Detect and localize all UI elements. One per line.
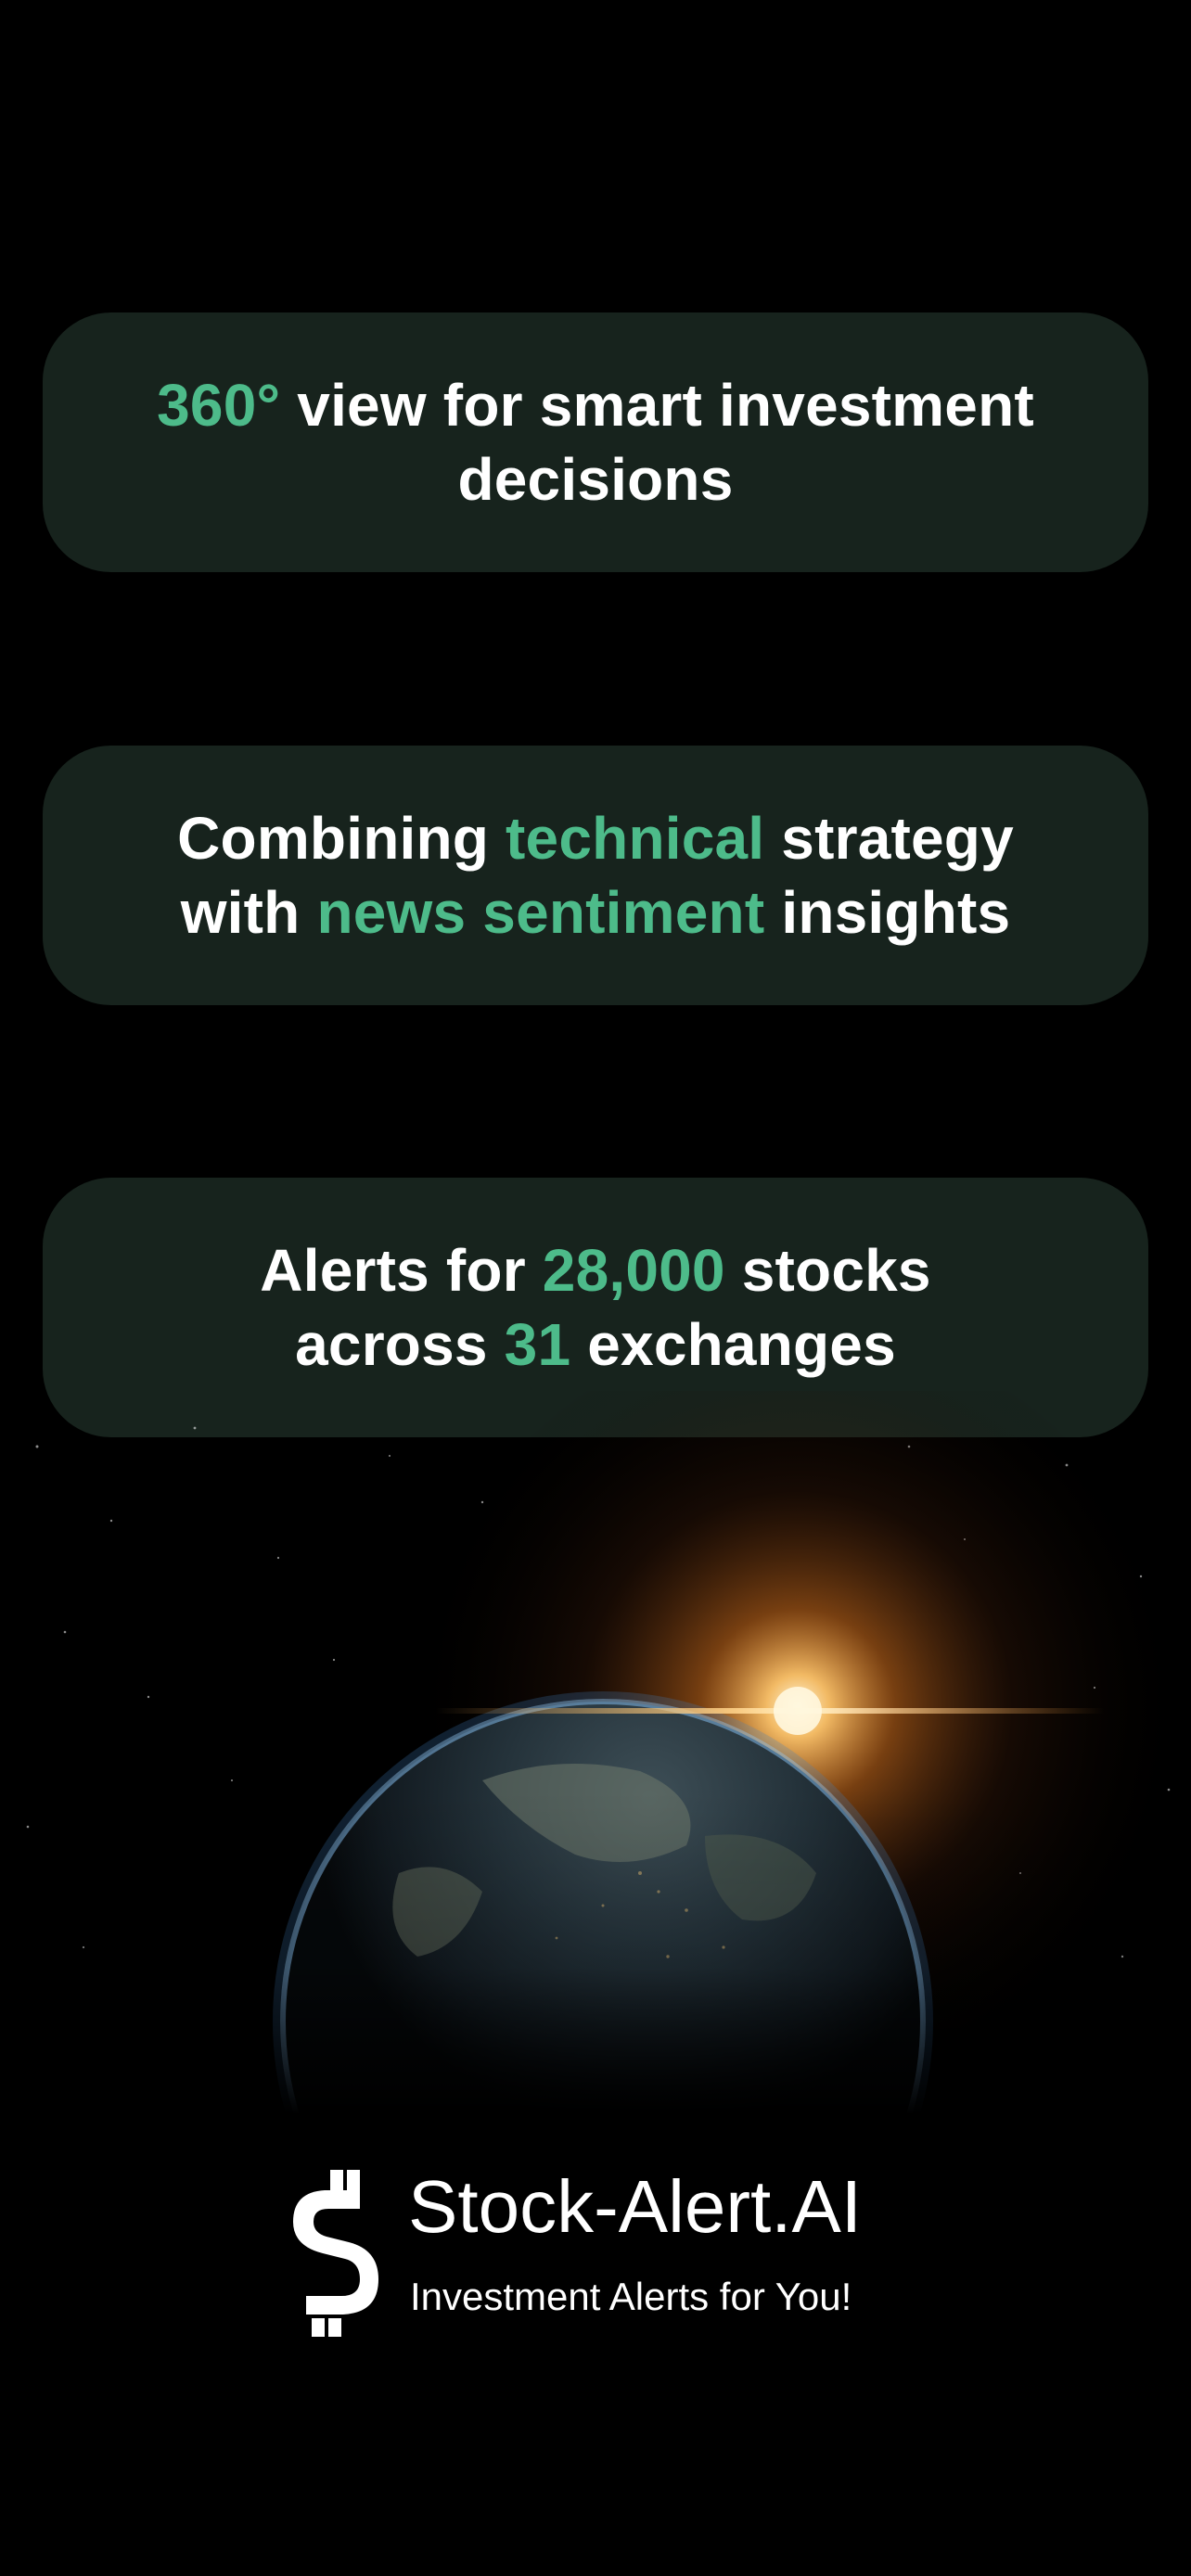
card-text-segment: Alerts for bbox=[260, 1237, 543, 1304]
brand-name: Stock-Alert.AI bbox=[408, 2165, 863, 2248]
accent-text: news sentiment bbox=[316, 879, 765, 946]
accent-text: 31 bbox=[504, 1311, 571, 1378]
card-text-segment: strategy bbox=[764, 805, 1014, 872]
feature-card-text: 360° view for smart investment decisions bbox=[157, 368, 1034, 516]
earth-sunrise-image bbox=[0, 1391, 1191, 2114]
feature-card-360-view: 360° view for smart investment decisions bbox=[43, 312, 1148, 572]
card-text-segment: Combining bbox=[177, 805, 506, 872]
feature-card-technical-news: Combining technical strategy with news s… bbox=[43, 746, 1148, 1005]
brand-block: Stock-Alert.AI Investment Alerts for You… bbox=[288, 2161, 937, 2346]
card-text-segment: with bbox=[180, 879, 317, 946]
card-text-segment: insights bbox=[764, 879, 1011, 946]
accent-text: 360° bbox=[157, 372, 281, 439]
card-text-segment: decisions bbox=[457, 446, 734, 513]
accent-text: technical bbox=[506, 805, 765, 872]
feature-card-text: Combining technical strategy with news s… bbox=[177, 801, 1014, 950]
card-text-segment: view for smart investment bbox=[280, 372, 1034, 439]
card-text-segment: exchanges bbox=[570, 1311, 896, 1378]
brand-tagline: Investment Alerts for You! bbox=[410, 2275, 852, 2318]
dollar-sign-logo-icon bbox=[293, 2170, 378, 2337]
accent-text: 28,000 bbox=[542, 1237, 725, 1304]
feature-card-text: Alerts for 28,000 stocks across 31 excha… bbox=[260, 1233, 930, 1382]
card-text-segment: across bbox=[295, 1311, 505, 1378]
card-text-segment: stocks bbox=[724, 1237, 931, 1304]
